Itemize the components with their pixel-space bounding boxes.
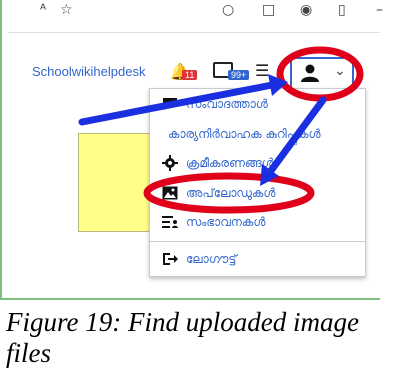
blue-arrow-to-user-menu [78,81,276,126]
blue-arrow-to-uploads [266,96,327,176]
red-highlight-ellipse-uploads [143,172,315,214]
figure-caption: Figure 19: Find uploaded image files [6,307,359,368]
red-highlight-ellipse-user-menu [276,46,364,102]
